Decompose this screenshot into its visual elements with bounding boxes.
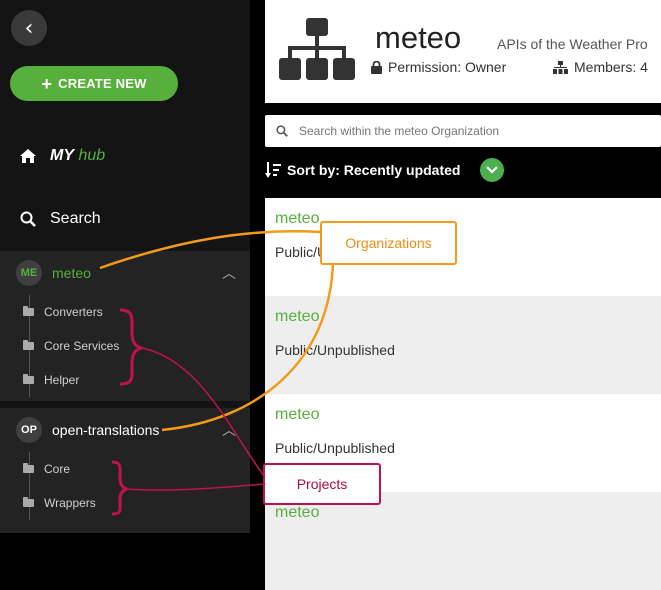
home-icon [20, 149, 36, 163]
chevron-up-icon[interactable]: ︿ [222, 263, 236, 283]
project-status: Public/Unpublished [275, 440, 395, 456]
project-label: Core [44, 462, 71, 476]
main-panel: meteo APIs of the Weather Pro Permission… [265, 0, 661, 590]
org-avatar: ME [16, 260, 42, 286]
search-input[interactable] [297, 123, 661, 139]
folder-icon [23, 306, 34, 316]
sort-bar: Sort by: Recently updated [265, 155, 505, 185]
nav-my-hub[interactable]: MY hub [20, 147, 105, 165]
project-item[interactable]: Wrappers [23, 486, 243, 520]
permission-info: Permission: Owner [371, 59, 506, 75]
org-header-card: meteo APIs of the Weather Pro Permission… [265, 0, 661, 103]
sort-label: Sort by: Recently updated [287, 162, 461, 178]
nav-search-label: Search [50, 210, 101, 227]
nav-my-label: MY [50, 147, 74, 164]
sort-icon [265, 162, 281, 178]
project-item[interactable]: Core [23, 452, 243, 486]
folder-icon [23, 463, 34, 473]
org-header[interactable]: ME meteo ︿ [0, 251, 250, 295]
project-name[interactable]: meteo [275, 210, 319, 228]
sidebar: ‹ + CREATE NEW MY hub Search ME meteo ︿ … [0, 0, 250, 533]
search-icon [276, 125, 288, 137]
nav-hub-label: hub [78, 147, 106, 164]
search-icon [20, 211, 36, 227]
project-label: Wrappers [44, 496, 96, 510]
create-new-label: CREATE NEW [58, 76, 147, 91]
org-name: open-translations [52, 422, 160, 438]
chevron-down-icon [486, 166, 499, 174]
hierarchy-icon [553, 60, 568, 74]
folder-icon [23, 497, 34, 507]
members-label: Members: 4 [574, 59, 648, 75]
org-group-meteo: ME meteo ︿ Converters Core Services Help… [0, 251, 250, 401]
permission-label: Permission: Owner [388, 59, 507, 75]
org-header[interactable]: OP open-translations ︿ [0, 408, 250, 452]
chevron-up-icon[interactable]: ︿ [222, 420, 236, 440]
lock-icon [371, 60, 382, 74]
back-button[interactable]: ‹ [11, 10, 47, 46]
sort-dropdown-button[interactable] [480, 158, 505, 182]
org-hierarchy-icon [279, 18, 355, 80]
project-list: Converters Core Services Helper [23, 295, 250, 397]
project-label: Helper [44, 373, 80, 387]
project-item[interactable]: Core Services [23, 329, 243, 363]
org-name: meteo [52, 265, 91, 281]
list-item[interactable]: meteo [265, 492, 661, 590]
project-label: Core Services [44, 339, 120, 353]
chevron-left-icon: ‹ [24, 15, 34, 41]
page-title: meteo [375, 20, 462, 55]
project-label: Converters [44, 305, 103, 319]
folder-icon [23, 340, 34, 350]
project-item[interactable]: Helper [23, 363, 243, 397]
members-info: Members: 4 [553, 59, 648, 75]
project-name[interactable]: meteo [275, 406, 319, 424]
create-new-button[interactable]: + CREATE NEW [10, 66, 178, 101]
project-item[interactable]: Converters [23, 295, 243, 329]
projects-callout: Projects [263, 463, 381, 505]
project-list: Core Wrappers [23, 452, 250, 520]
plus-icon: + [41, 73, 53, 94]
org-group-open-translations: OP open-translations ︿ Core Wrappers [0, 408, 250, 533]
project-status: Public/Unpublished [275, 342, 395, 358]
nav-search[interactable]: Search [20, 210, 101, 228]
org-avatar: OP [16, 417, 42, 443]
project-name[interactable]: meteo [275, 308, 319, 326]
org-description: APIs of the Weather Pro [497, 36, 648, 52]
list-item[interactable]: meteo Public/Unpublished [265, 296, 661, 394]
folder-icon [23, 374, 34, 384]
organizations-callout: Organizations [320, 221, 457, 265]
search-bar [265, 115, 661, 147]
project-name[interactable]: meteo [275, 504, 319, 522]
